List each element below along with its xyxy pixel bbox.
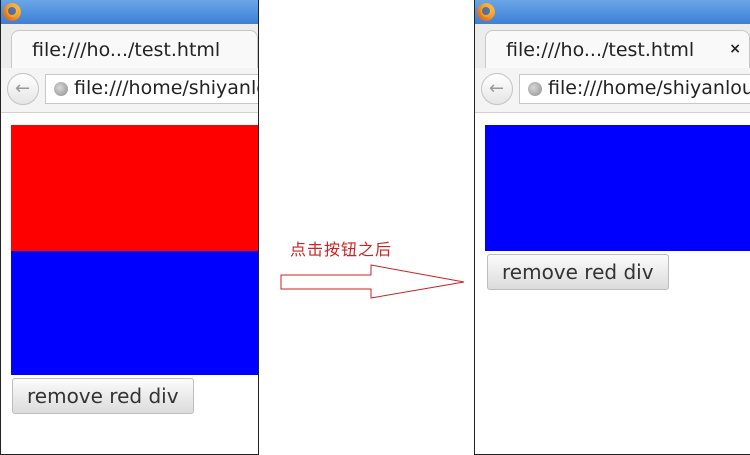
remove-red-div-button[interactable]: remove red div — [12, 378, 194, 414]
right-arrow — [280, 264, 465, 299]
url-bar[interactable]: file:///home/shiyanlou/test.html — [45, 74, 258, 104]
title-bar — [1, 0, 258, 24]
remove-red-div-button[interactable]: remove red div — [487, 254, 669, 290]
tab-label: file:///ho.../test.html — [32, 39, 221, 61]
firefox-icon — [477, 3, 495, 21]
navigation-bar: ← file:///home/shiyanlou/test.html — [1, 68, 258, 113]
back-button[interactable]: ← — [481, 73, 513, 105]
annotation-caption: 点击按钮之后 — [290, 240, 393, 259]
firefox-icon — [3, 3, 21, 21]
tab-test-html[interactable]: file:///ho.../test.html × — [485, 30, 750, 68]
back-arrow-icon: ← — [489, 78, 505, 99]
tab-label: file:///ho.../test.html — [506, 39, 695, 61]
tab-strip: file:///ho.../test.html — [1, 24, 258, 69]
browser-window-after: file:///ho.../test.html × ← file:///home… — [474, 0, 750, 455]
blue-div — [485, 125, 750, 251]
close-icon[interactable]: × — [729, 41, 741, 57]
red-div — [11, 125, 258, 251]
back-arrow-icon: ← — [15, 78, 31, 99]
browser-window-before: file:///ho.../test.html ← file:///home/s… — [0, 0, 259, 455]
globe-icon — [528, 82, 542, 96]
tab-strip: file:///ho.../test.html × — [475, 24, 750, 69]
page-content: remove red div — [475, 113, 750, 454]
navigation-bar: ← file:///home/shiyanlou/test.html — [475, 68, 750, 113]
globe-icon — [54, 82, 68, 96]
back-button[interactable]: ← — [7, 73, 39, 105]
page-content: remove red div — [1, 113, 258, 454]
blue-div — [11, 251, 258, 375]
url-text: file:///home/shiyanlou/test.html — [74, 77, 258, 99]
url-text: file:///home/shiyanlou/test.html — [548, 77, 750, 99]
url-bar[interactable]: file:///home/shiyanlou/test.html — [519, 74, 750, 104]
tab-test-html[interactable]: file:///ho.../test.html — [11, 30, 258, 68]
title-bar — [475, 0, 750, 24]
